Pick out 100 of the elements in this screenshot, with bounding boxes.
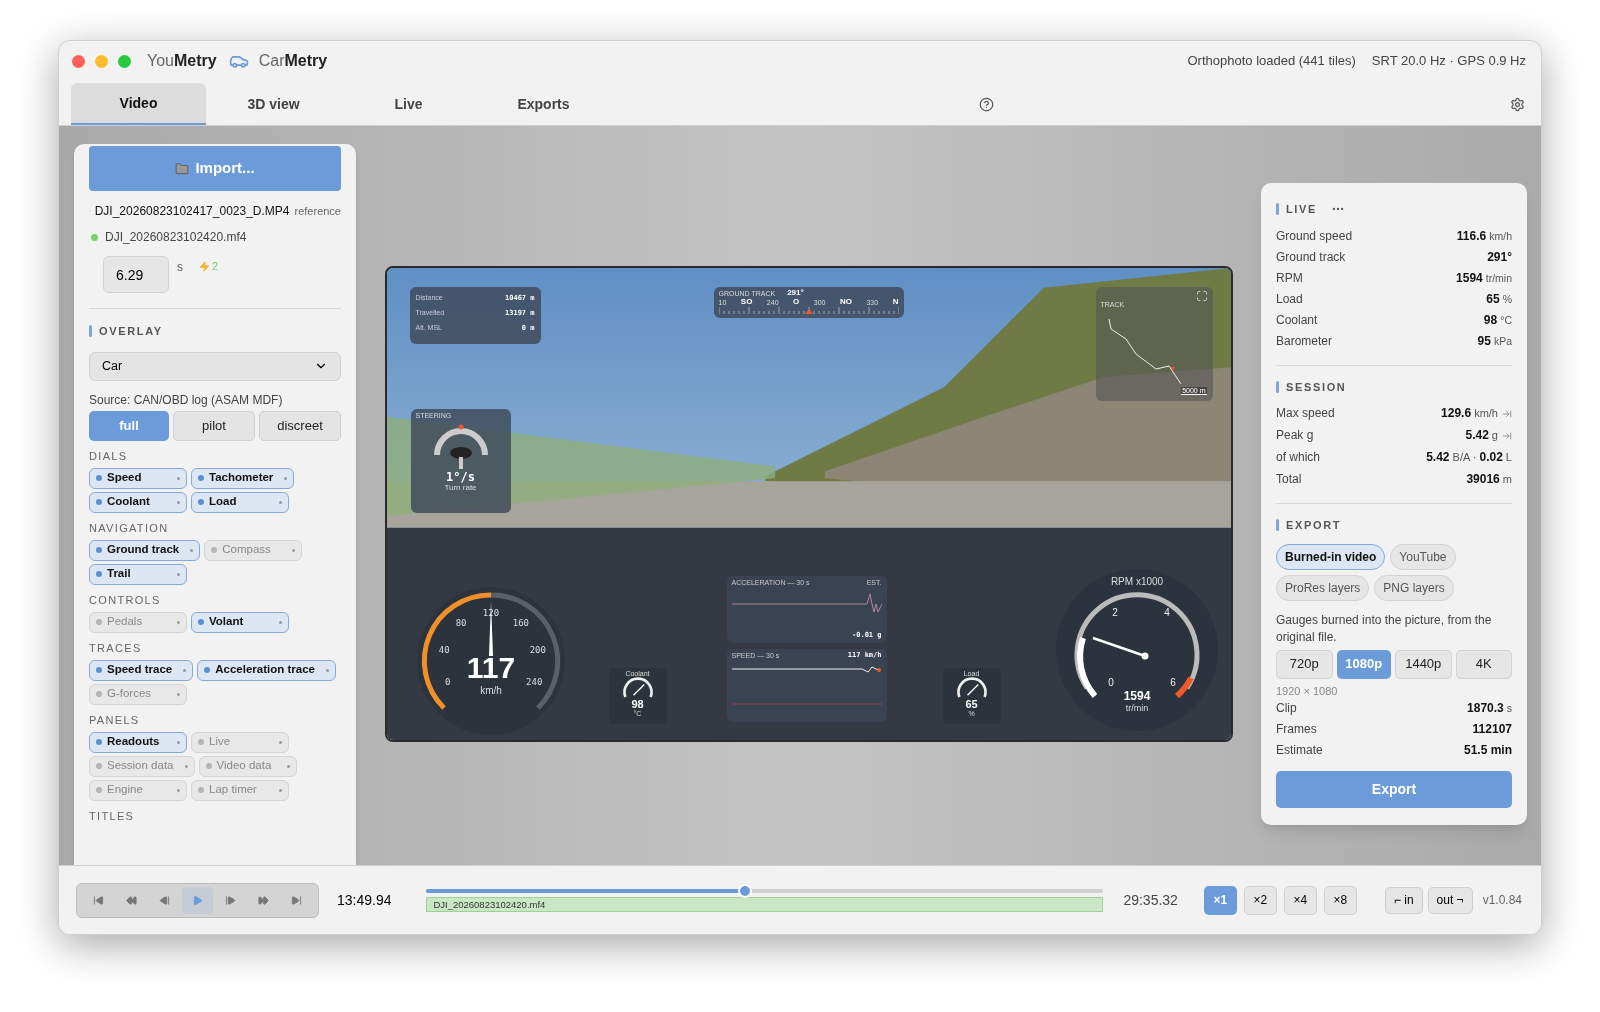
app-name: YouMetry	[147, 51, 217, 71]
row-label: Total	[1276, 471, 1302, 488]
lightning-icon	[199, 260, 210, 272]
unit-label: tr/min	[1485, 270, 1512, 286]
timeline-thumb[interactable]	[737, 883, 752, 898]
overlay-toggle[interactable]: Trail	[89, 563, 187, 585]
overlay-toggle[interactable]: Speed trace	[89, 659, 194, 681]
row-value: 291°	[1487, 248, 1512, 266]
skip-start-icon	[93, 894, 104, 906]
row-label: Peak g	[1276, 427, 1314, 444]
row-value: 5.42 g	[1465, 427, 1498, 444]
resolution-button[interactable]: 1440p	[1395, 649, 1452, 679]
scale-label: 240	[525, 676, 542, 687]
row-label: of which	[1276, 449, 1321, 466]
overlay-toggle[interactable]: Tachometer	[191, 467, 295, 489]
tab[interactable]: Exports	[476, 83, 611, 125]
close-window-button[interactable]	[72, 54, 85, 68]
clip-bar: DJI_20260823102420.mf4	[426, 896, 1104, 912]
row-label: Ground speed	[1276, 227, 1353, 245]
speed-button[interactable]: ×4	[1283, 885, 1317, 915]
compass-scale-icon	[718, 306, 899, 314]
unit-label: %	[1502, 291, 1512, 307]
export-option[interactable]: ProRes layers	[1276, 574, 1370, 601]
overlay-toggle[interactable]: Volant	[191, 611, 289, 633]
group-heading: TITLES	[89, 810, 136, 822]
expand-icon[interactable]	[1195, 290, 1208, 302]
unit-label: tr/min	[1125, 703, 1148, 713]
export-option[interactable]: PNG layers	[1374, 574, 1454, 601]
speed-button[interactable]: ×8	[1323, 885, 1357, 915]
overlay-select[interactable]: Car	[89, 351, 341, 381]
overlay-toggle[interactable]: Ground track	[89, 539, 201, 561]
file-name: DJI_20260823102420.mf4	[105, 229, 247, 246]
export-option[interactable]: Burned-in video	[1276, 543, 1386, 570]
scale-label: 120	[482, 608, 499, 618]
rpm-value: 1594	[1123, 689, 1150, 703]
file-tag: reference	[294, 202, 341, 220]
tab[interactable]: Live	[341, 83, 476, 125]
row-label: Max speed	[1276, 405, 1335, 422]
scale-label: 200	[529, 645, 546, 656]
unit-label: km/h	[479, 685, 502, 696]
gauge-title: RPM x1000	[1110, 576, 1163, 587]
export-option[interactable]: YouTube	[1390, 543, 1456, 570]
row-value: 112107	[1472, 720, 1512, 738]
compass-label: SO	[740, 298, 753, 306]
mark-button[interactable]: out ¬	[1427, 886, 1473, 914]
jump-to-icon[interactable]	[1502, 430, 1512, 441]
mark-button[interactable]: ⌐ in	[1384, 886, 1423, 914]
total-time: 29:35.32	[1123, 890, 1178, 910]
export-description: Gauges burned into the picture, from the original file.	[1276, 611, 1493, 646]
tab[interactable]: 3D view	[206, 83, 341, 125]
section-heading: OVERLAY	[99, 324, 163, 339]
gauge-value: 65	[965, 699, 978, 710]
group-heading: PANELS	[89, 714, 141, 726]
group-heading: TRACES	[89, 642, 143, 654]
unit-label: kPa	[1493, 333, 1512, 349]
offset-field[interactable]: 6.29	[103, 256, 169, 293]
scale-label: 80	[455, 618, 466, 629]
row-label: Frames	[1276, 720, 1317, 738]
speed-button[interactable]: ×2	[1243, 885, 1277, 915]
row-value: 51.5 min	[1463, 741, 1512, 759]
step-forward-icon	[225, 894, 236, 906]
overlay-toggle[interactable]: Speed	[89, 467, 187, 489]
unit-label: s	[1506, 700, 1512, 716]
settings-icon[interactable]	[1510, 97, 1525, 112]
row-label: Clip	[1276, 699, 1297, 717]
row-label: Estimate	[1276, 741, 1323, 759]
scale-label: 0	[1107, 677, 1114, 688]
jump-to-icon[interactable]	[1502, 408, 1512, 419]
compass-label: O	[793, 298, 800, 306]
scale-label: 6	[1169, 677, 1176, 688]
scale-label: 0	[444, 676, 450, 687]
mode-button[interactable]: discreet	[259, 410, 341, 441]
row-label: RPM	[1276, 269, 1303, 287]
current-time: 13:49.94	[337, 890, 393, 910]
section-heading: LIVE	[1286, 202, 1318, 217]
folder-icon	[175, 161, 190, 176]
turn-rate-value: 1°/s	[446, 471, 475, 483]
resolution-size: 1920 × 1080	[1276, 685, 1339, 697]
overlay-toggle[interactable]: Load	[191, 491, 289, 513]
play-icon	[192, 894, 203, 906]
speed-value: 117	[466, 651, 515, 684]
help-icon[interactable]	[979, 97, 994, 112]
row-value: 95	[1477, 332, 1491, 350]
resolution-button[interactable]: 4K	[1455, 649, 1512, 679]
overlay-toggle[interactable]: Readouts	[89, 731, 187, 753]
status-text: SRT 20.0 Hz · GPS 0.9 Hz	[1371, 52, 1526, 71]
version-label: v1.0.84	[1482, 892, 1522, 909]
row-value: 1870.3	[1467, 699, 1504, 717]
zoom-window-button[interactable]	[118, 54, 131, 68]
overlay-toggle[interactable]: Coolant	[89, 491, 187, 513]
row-label: Coolant	[1276, 311, 1318, 329]
group-heading: CONTROLS	[89, 594, 162, 606]
overlay-toggle[interactable]: Acceleration trace	[197, 659, 336, 681]
step-back-icon	[159, 894, 170, 906]
mode-button[interactable]: pilot	[173, 410, 255, 441]
group-heading: DIALS	[89, 450, 129, 462]
status-text: Orthophoto loaded (441 tiles)	[1187, 52, 1356, 71]
play-button[interactable]	[182, 886, 213, 914]
resolution-button[interactable]: 720p	[1276, 649, 1333, 679]
tab[interactable]: Video	[71, 83, 206, 125]
